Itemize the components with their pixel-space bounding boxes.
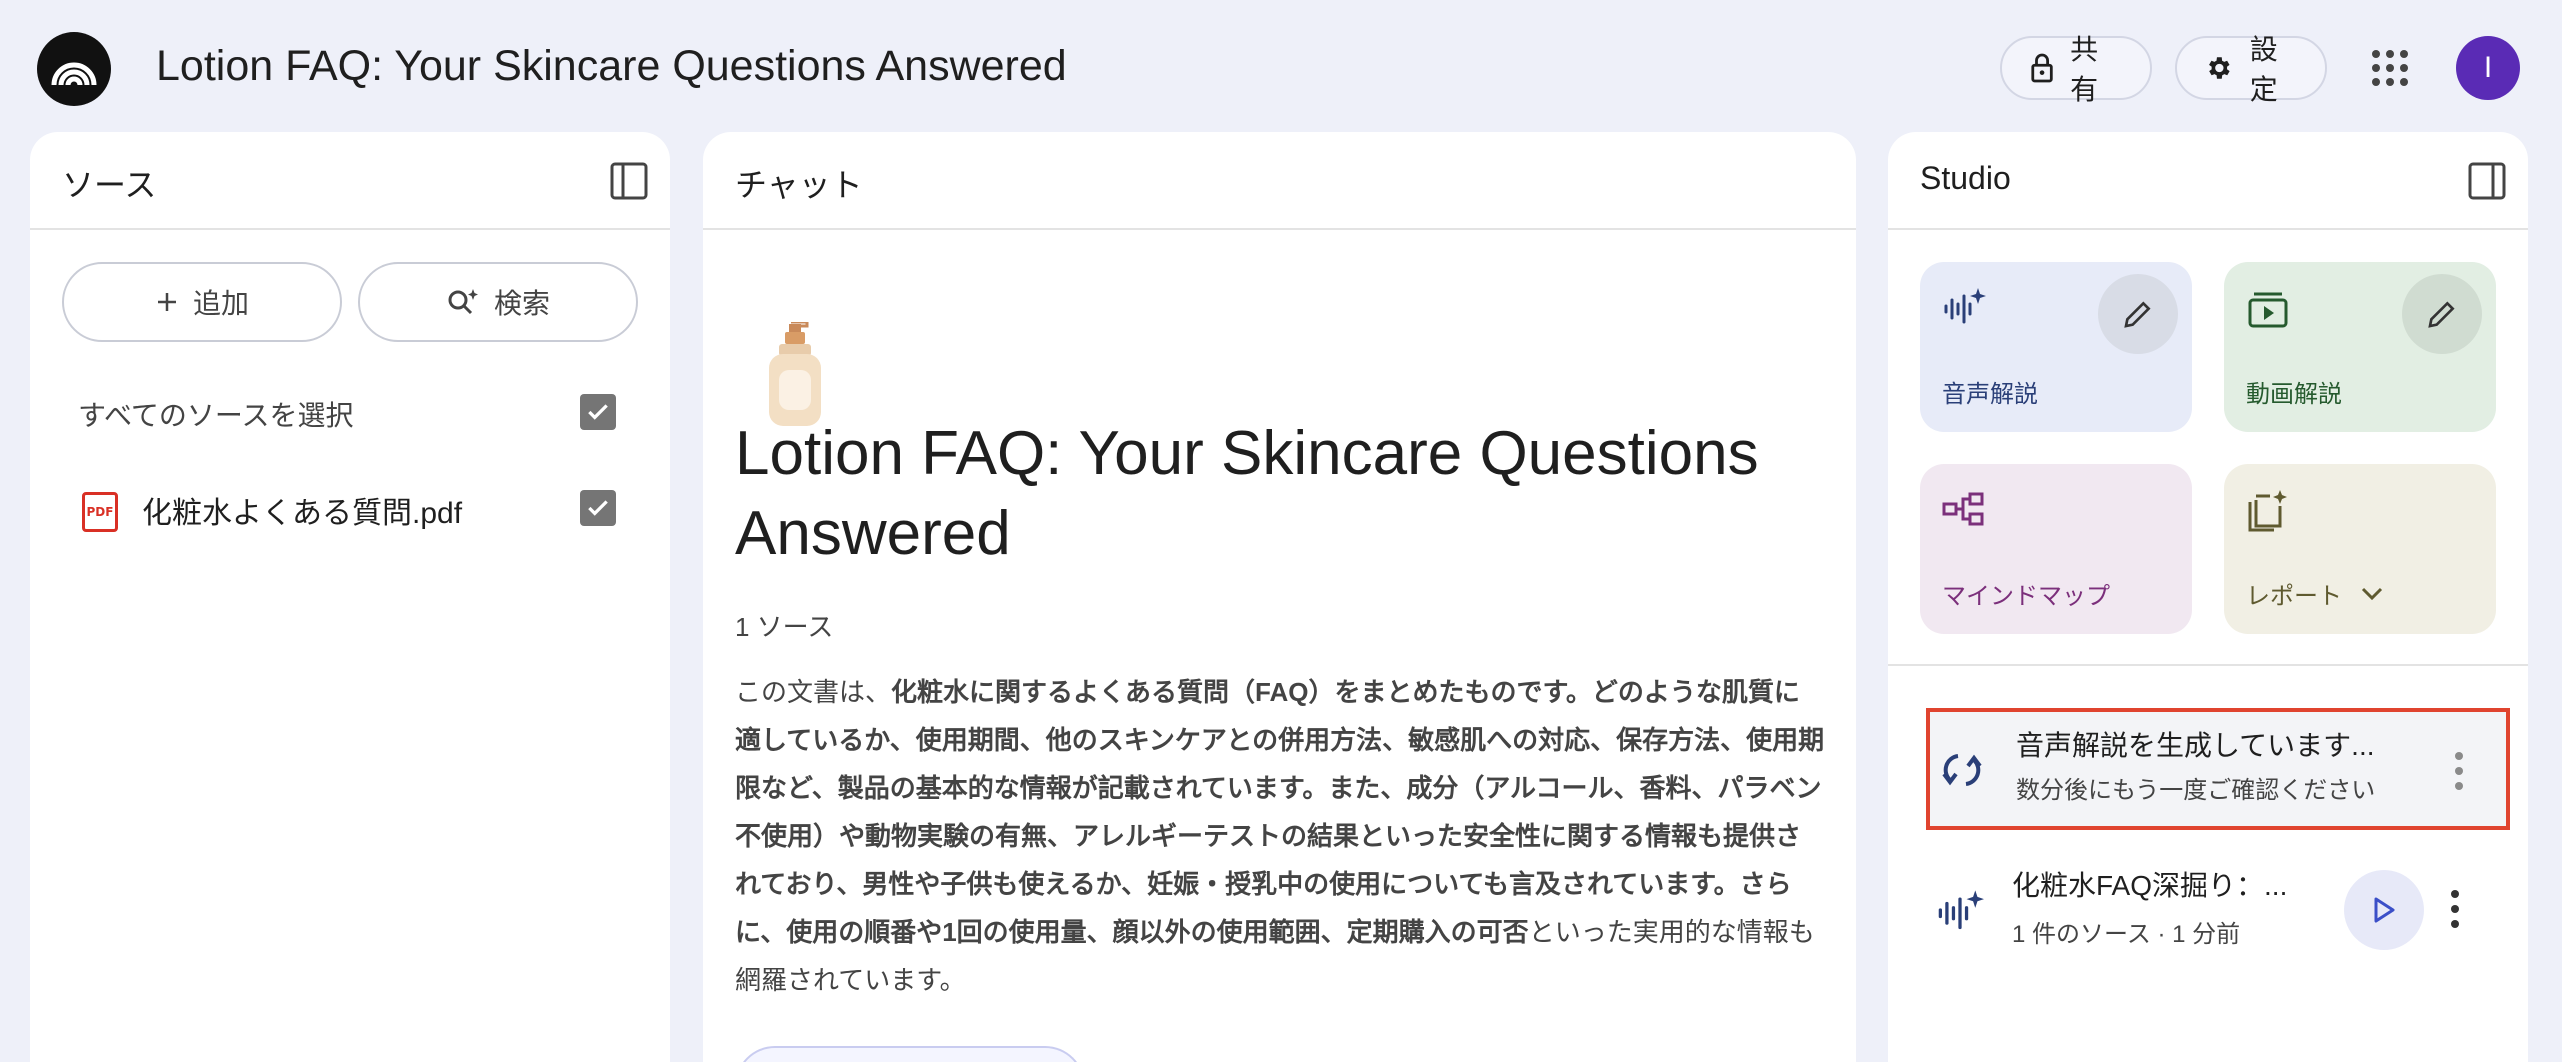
- add-source-button[interactable]: 追加: [62, 262, 342, 342]
- notebook-summary: この文書は、化粧水に関するよくある質問（FAQ）をまとめたものです。どのような肌…: [735, 668, 1825, 1004]
- sources-panel: ソース 追加 検索 すべてのソースを選択 PDF 化粧水よくある質問.pdf: [30, 132, 670, 1062]
- video-edit-button[interactable]: [2402, 274, 2482, 354]
- mind-map-label: マインドマップ: [1942, 583, 2110, 610]
- sync-loading-icon: [1942, 754, 1982, 786]
- chevron-down-icon[interactable]: [2360, 586, 2384, 602]
- report-label-row: レポート: [2246, 576, 2384, 611]
- pencil-icon: [2124, 301, 2151, 328]
- pdf-file-icon: PDF: [82, 492, 118, 532]
- gear-icon: [2209, 57, 2230, 79]
- audio-overview-label: 音声解説: [1942, 381, 2038, 408]
- studio-panel: Studio 音声解説 動画解説 マインドマップ レポート 音声解説を生成してい…: [1888, 132, 2528, 1062]
- source-count: 1 ソース: [735, 612, 834, 642]
- pencil-icon: [2428, 301, 2455, 328]
- play-button[interactable]: [2344, 870, 2424, 950]
- video-play-icon: [2248, 292, 2288, 328]
- studio-title: Studio: [1920, 160, 2011, 196]
- share-label: 共有: [2070, 34, 2099, 105]
- chat-header: チャット: [703, 132, 1856, 230]
- mind-map-icon: [1942, 492, 1984, 526]
- audio-waveform-sparkle-icon: [1938, 890, 1984, 930]
- share-button[interactable]: 共有: [2000, 34, 2152, 105]
- chat-panel: チャット Lotion FAQ: Your Skincare Questions…: [703, 132, 1856, 1062]
- audio-overview-item[interactable]: 化粧水FAQ深掘り：... 1 件のソース · 1 分前: [1926, 854, 2510, 964]
- generating-subtitle: 数分後にもう一度ご確認ください: [2016, 777, 2376, 804]
- more-options-icon[interactable]: [2450, 890, 2460, 928]
- studio-divider: [1888, 664, 2528, 666]
- report-label: レポート: [2246, 583, 2342, 610]
- notebook-title: Lotion FAQ: Your Skincare Questions Answ…: [735, 419, 1759, 568]
- audio-overview-tile[interactable]: 音声解説: [1920, 262, 2192, 432]
- source-file-checkbox[interactable]: [580, 490, 616, 526]
- lotion-bottle-emoji-icon: [769, 322, 821, 426]
- collapse-panel-icon[interactable]: [610, 162, 648, 200]
- page-title: Lotion FAQ: Your Skincare Questions Answ…: [156, 42, 1067, 90]
- chat-title: チャット: [735, 167, 863, 203]
- play-icon: [2374, 897, 2395, 923]
- apps-grid-icon[interactable]: [2372, 50, 2408, 86]
- sources-header: ソース: [30, 132, 670, 230]
- settings-button[interactable]: 設定: [2175, 34, 2327, 105]
- source-file-name[interactable]: 化粧水よくある質問.pdf: [142, 488, 462, 532]
- report-tile[interactable]: レポート: [2224, 464, 2496, 634]
- collapse-panel-icon[interactable]: [2468, 162, 2506, 200]
- generating-audio-item[interactable]: 音声解説を生成しています... 数分後にもう一度ご確認ください: [1926, 708, 2510, 830]
- search-sparkle-icon: [448, 289, 478, 315]
- audio-edit-button[interactable]: [2098, 274, 2178, 354]
- video-overview-tile[interactable]: 動画解説: [2224, 262, 2496, 432]
- lock-icon: [2031, 53, 2053, 83]
- summary-text-start: この文書は、: [735, 677, 892, 707]
- settings-label: 設定: [2249, 34, 2278, 105]
- summary-text-bold: 化粧水に関するよくある質問（FAQ）をまとめたものです。どのような肌質に適してい…: [735, 677, 1825, 947]
- avatar[interactable]: I: [2456, 36, 2520, 100]
- check-icon: [588, 500, 608, 516]
- report-sparkle-icon: [2248, 490, 2287, 532]
- search-label: 検索: [493, 288, 550, 319]
- notebook-logo-icon[interactable]: [37, 32, 111, 106]
- audio-item-meta: 1 件のソース · 1 分前: [2012, 921, 2241, 948]
- plus-icon: [157, 293, 176, 311]
- suggestion-chip[interactable]: [735, 1046, 1085, 1062]
- studio-header: Studio: [1888, 132, 2528, 230]
- discover-sources-button[interactable]: 検索: [358, 262, 638, 342]
- select-all-checkbox[interactable]: [580, 394, 616, 430]
- mind-map-tile[interactable]: マインドマップ: [1920, 464, 2192, 634]
- audio-waveform-sparkle-icon: [1944, 288, 1986, 324]
- sources-title: ソース: [62, 167, 157, 203]
- top-bar: Lotion FAQ: Your Skincare Questions Answ…: [0, 0, 2562, 132]
- audio-item-title: 化粧水FAQ深掘り：...: [2012, 870, 2288, 901]
- add-source-label: 追加: [192, 288, 249, 319]
- video-overview-label: 動画解説: [2246, 381, 2342, 408]
- more-options-icon[interactable]: [2454, 752, 2464, 790]
- generating-title: 音声解説を生成しています...: [2016, 730, 2375, 761]
- check-icon: [588, 404, 608, 420]
- select-all-label: すべてのソースを選択: [78, 400, 354, 431]
